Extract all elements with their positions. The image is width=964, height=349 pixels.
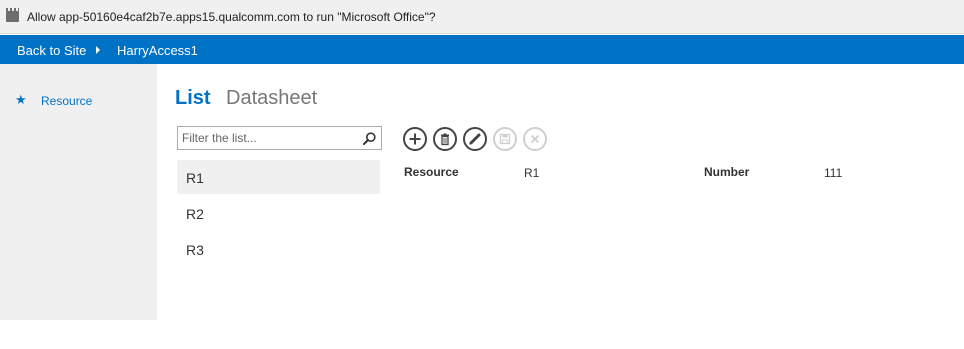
- resource-field-value: R1: [524, 166, 540, 180]
- breadcrumb-arrow-icon: [96, 46, 100, 54]
- delete-button[interactable]: [433, 127, 457, 151]
- app-name-link[interactable]: HarryAccess1: [117, 43, 198, 58]
- list-item-label: R1: [186, 170, 204, 186]
- resource-field-label: Resource: [404, 165, 459, 179]
- floppy-icon: [499, 133, 511, 145]
- star-icon: ★: [15, 92, 27, 107]
- save-button[interactable]: [493, 127, 517, 151]
- pencil-icon: [469, 133, 481, 145]
- plugin-icon: [6, 8, 19, 22]
- number-field-value: 111: [824, 166, 843, 180]
- filter-input[interactable]: [182, 130, 358, 146]
- view-tab-list[interactable]: List: [175, 87, 211, 110]
- search-icon[interactable]: [363, 132, 376, 145]
- x-icon: [530, 134, 540, 144]
- number-field-label: Number: [704, 165, 750, 179]
- list-item-label: R3: [186, 242, 204, 258]
- filter-box: [177, 126, 382, 150]
- notification-bar: Allow app-50160e4caf2b7e.apps15.qualcomm…: [0, 0, 964, 34]
- trash-icon: [441, 133, 449, 146]
- list-item-label: R2: [186, 206, 204, 222]
- notification-text: Allow app-50160e4caf2b7e.apps15.qualcomm…: [27, 10, 436, 24]
- list-item[interactable]: R3: [177, 232, 380, 266]
- list-item[interactable]: R1: [177, 160, 380, 194]
- add-button[interactable]: [403, 127, 427, 151]
- edit-button[interactable]: [463, 127, 487, 151]
- cancel-button[interactable]: [523, 127, 547, 151]
- list-item[interactable]: R2: [177, 196, 380, 230]
- plus-icon: [409, 133, 421, 145]
- back-to-site-link[interactable]: Back to Site: [17, 43, 86, 58]
- left-nav: ★ Resource: [0, 64, 157, 320]
- view-tab-datasheet[interactable]: Datasheet: [226, 87, 317, 110]
- top-bar: Back to Site HarryAccess1: [0, 35, 964, 64]
- nav-item-label: Resource: [41, 94, 93, 108]
